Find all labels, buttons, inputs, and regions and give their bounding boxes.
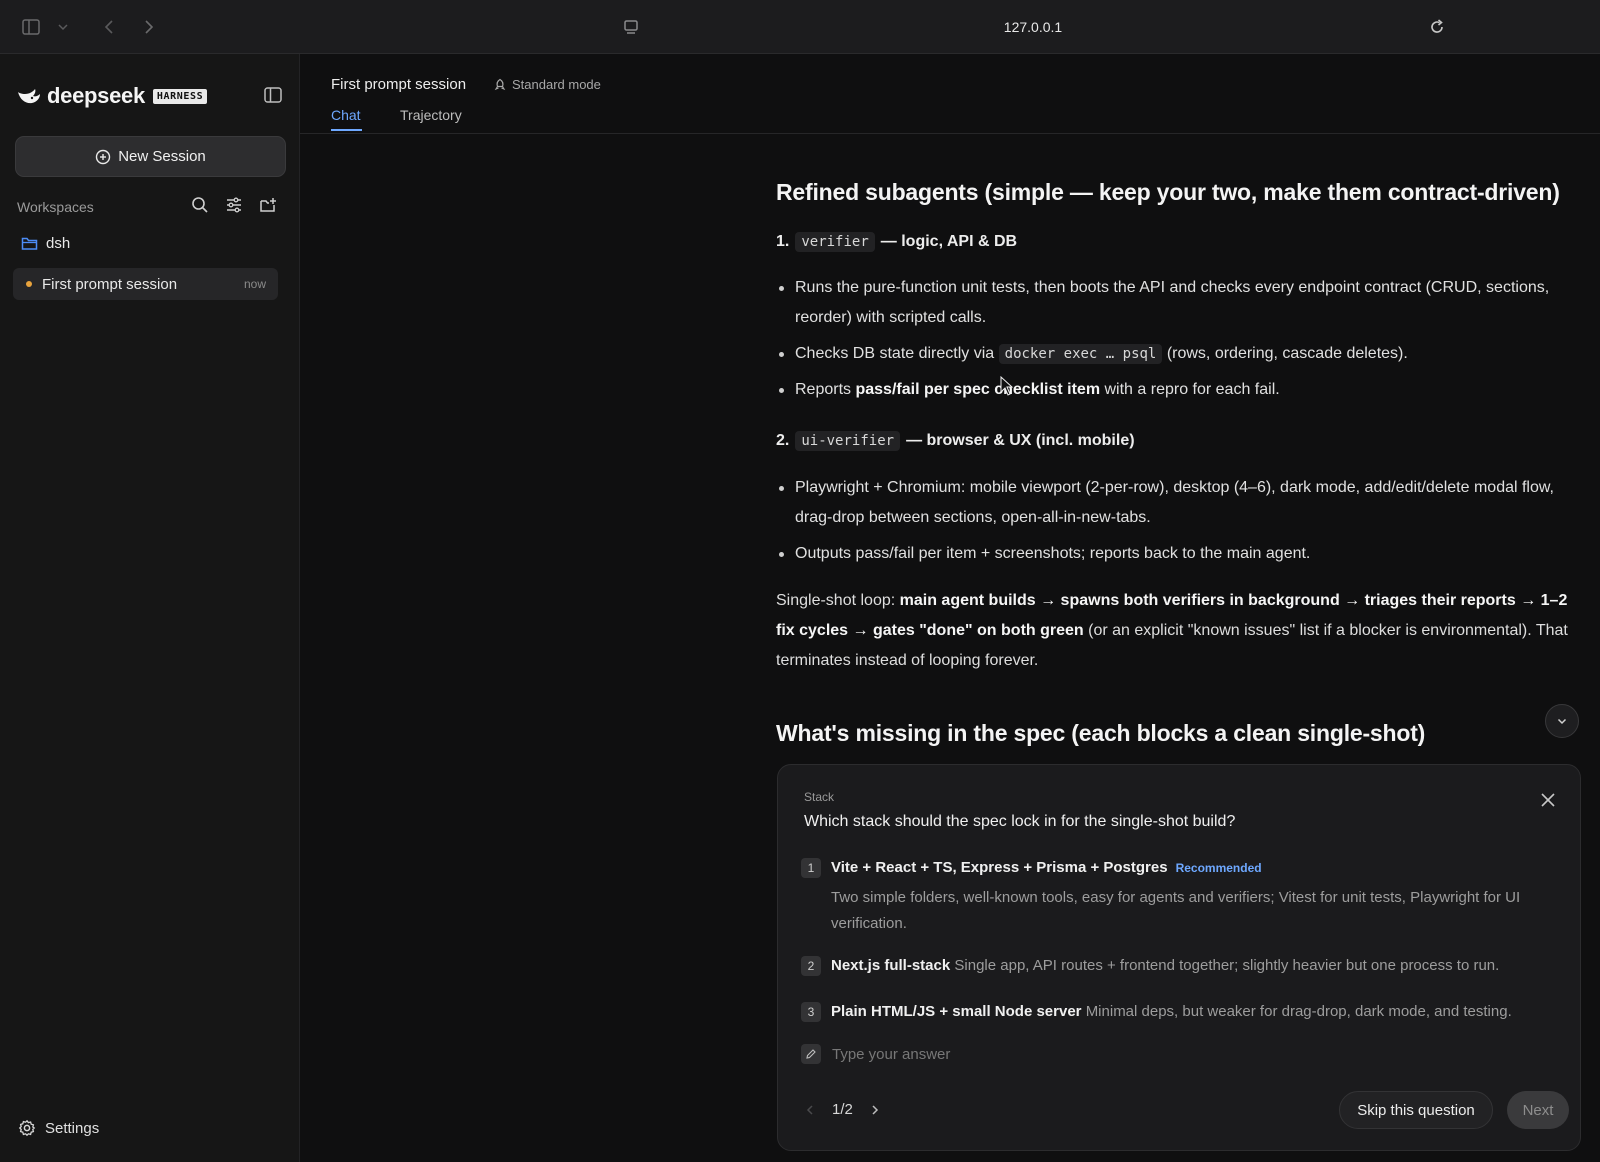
agent2-bullets: Playwright + Chromium: mobile viewport (… [776, 473, 1576, 569]
list-item: Reports pass/fail per spec checklist ite… [776, 375, 1576, 405]
list-item-text: (rows, ordering, cascade deletes). [1166, 345, 1408, 362]
loop-paragraph: Single-shot loop: main agent builds → sp… [776, 586, 1576, 676]
tab-chat[interactable]: Chat [331, 107, 361, 123]
chevron-right-icon[interactable] [867, 1102, 883, 1118]
collapse-sidebar-icon[interactable] [262, 84, 284, 106]
answer-option[interactable]: 3 Plain HTML/JS + small Node server Mini… [801, 1002, 1561, 1026]
list-item-text: with a repro for each fail. [1104, 381, 1280, 398]
filter-icon[interactable] [224, 195, 244, 215]
brand-badge: HARNESS [152, 88, 208, 104]
rocket-icon [494, 78, 506, 90]
new-folder-icon[interactable] [258, 195, 278, 215]
option-title: Plain HTML/JS + small Node server [831, 1003, 1082, 1020]
whale-logo-icon [18, 89, 40, 104]
agent1-bullets: Runs the pure-function unit tests, then … [776, 273, 1576, 405]
next-button[interactable]: Next [1507, 1091, 1569, 1129]
list-item-text: Checks DB state directly via [795, 345, 995, 362]
browser-toolbar: 127.0.0.1 [0, 0, 1600, 54]
reload-icon[interactable] [1427, 17, 1447, 37]
skip-question-button[interactable]: Skip this question [1339, 1091, 1493, 1129]
agent-item: 2. ui-verifier — browser & UX (incl. mob… [776, 431, 1135, 451]
session-item[interactable]: First prompt session now [13, 268, 278, 300]
list-item: Runs the pure-function unit tests, then … [776, 273, 1576, 333]
search-icon[interactable] [190, 195, 210, 215]
option-number: 2 [801, 956, 821, 976]
option-title: Next.js full-stack [831, 957, 951, 974]
option-description: Single app, API routes + frontend togeth… [954, 957, 1500, 974]
list-item-text: Runs the pure-function unit tests, then … [795, 279, 1550, 326]
agent-number: 2. [776, 432, 790, 449]
settings-button[interactable]: Settings [18, 1119, 99, 1137]
workspace-name: dsh [46, 235, 71, 252]
agent-item: 1. verifier — logic, API & DB [776, 232, 1017, 252]
list-item-text: Playwright + Chromium: mobile viewport (… [795, 479, 1554, 526]
section-heading: What's missing in the spec (each blocks … [776, 720, 1426, 746]
question-panel: Stack Which stack should the spec lock i… [777, 764, 1581, 1151]
list-item-text: Outputs pass/fail per item + screenshots… [795, 545, 1311, 562]
agent-code: verifier [795, 232, 875, 252]
agent-desc: — logic, API & DB [880, 233, 1018, 250]
folder-icon [21, 237, 38, 250]
option-row: Vite + React + TS, Express + Prisma + Po… [831, 859, 1262, 876]
workspaces-label: Workspaces [17, 199, 94, 215]
brand-logo[interactable]: deepseek HARNESS [16, 83, 208, 108]
brand-word: deepseek [47, 83, 145, 108]
pager-count: 1/2 [832, 1101, 853, 1118]
new-session-button[interactable]: New Session [15, 136, 286, 177]
close-icon[interactable] [1539, 791, 1557, 809]
session-status-dot [26, 281, 32, 287]
new-session-label: New Session [118, 148, 206, 165]
answer-input[interactable] [832, 1045, 1432, 1063]
agent-code: ui-verifier [795, 431, 901, 451]
plus-circle-icon [96, 149, 111, 164]
inline-code: docker exec … psql [998, 344, 1163, 364]
mode-indicator[interactable]: Standard mode [493, 77, 601, 92]
section-heading: Refined subagents (simple — keep your tw… [776, 179, 1560, 205]
active-tab-indicator [331, 129, 362, 131]
option-title: Vite + React + TS, Express + Prisma + Po… [831, 859, 1168, 876]
pencil-icon [801, 1044, 821, 1064]
list-item: Outputs pass/fail per item + screenshots… [776, 539, 1576, 569]
mode-label: Standard mode [512, 77, 601, 92]
option-description: Two simple folders, well-known tools, ea… [831, 889, 1521, 932]
agent-number: 1. [776, 233, 790, 250]
mouse-cursor-icon [1000, 376, 1014, 396]
session-title: First prompt session [331, 76, 467, 93]
sidebar: deepseek HARNESS New Session Workspaces … [0, 54, 300, 1162]
scroll-to-bottom-button[interactable] [1545, 704, 1579, 738]
tab-trajectory[interactable]: Trajectory [400, 107, 462, 123]
settings-label: Settings [45, 1119, 100, 1137]
option-number: 1 [801, 858, 821, 878]
answer-option[interactable]: 1 Vite + React + TS, Express + Prisma + … [801, 858, 1561, 938]
chevron-left-icon[interactable] [802, 1102, 818, 1118]
question-pager: 1/2 [802, 1101, 883, 1118]
custom-answer-row [801, 1044, 1432, 1064]
list-item-bold: pass/fail per spec checklist item [855, 381, 1101, 398]
question-text: Which stack should the spec lock in for … [804, 813, 1236, 830]
option-row: Next.js full-stack Single app, API route… [831, 957, 1499, 974]
option-number: 3 [801, 1002, 821, 1022]
chevron-down-icon [1557, 718, 1567, 725]
session-name: First prompt session [42, 275, 178, 293]
main-header: First prompt session Standard mode Chat … [300, 54, 1600, 134]
list-item: Playwright + Chromium: mobile viewport (… [776, 473, 1576, 533]
paragraph-text: Single-shot loop: [776, 592, 896, 609]
address-bar[interactable]: 127.0.0.1 [0, 19, 1600, 35]
option-description: Minimal deps, but weaker for drag-drop, … [1085, 1003, 1512, 1020]
session-time: now [243, 277, 266, 291]
gear-icon [18, 1119, 36, 1137]
list-item-text: Reports [795, 381, 852, 398]
workspace-folder[interactable]: dsh [21, 235, 70, 252]
agent-desc: — browser & UX (incl. mobile) [906, 432, 1135, 449]
option-row: Plain HTML/JS + small Node server Minima… [831, 1003, 1512, 1020]
list-item: Checks DB state directly via docker exec… [776, 339, 1576, 369]
answer-option[interactable]: 2 Next.js full-stack Single app, API rou… [801, 956, 1561, 980]
recommended-badge: Recommended [1175, 861, 1262, 875]
question-kicker: Stack [804, 790, 835, 804]
